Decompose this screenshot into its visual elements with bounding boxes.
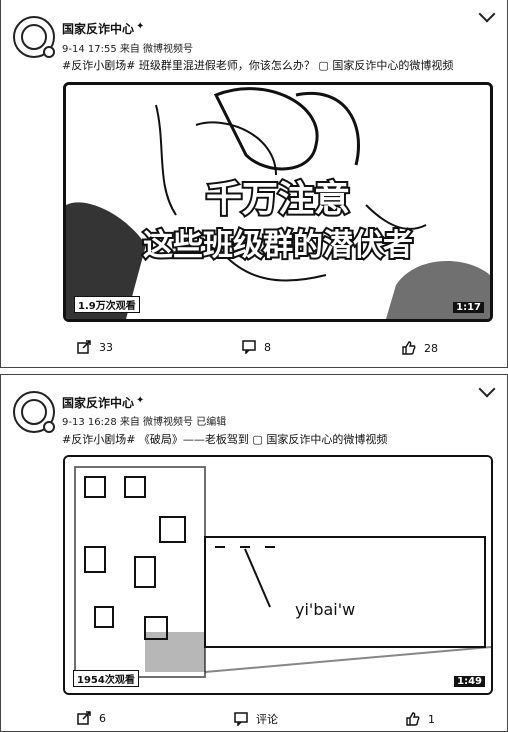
post-meta: 9-13 16:28 来自 微博视频号 已编辑 xyxy=(62,417,227,428)
thumbs-up-icon xyxy=(402,341,416,355)
view-count: 1954次观看 xyxy=(73,670,139,687)
like-button[interactable]: 28 xyxy=(402,341,438,355)
comment-icon xyxy=(242,340,256,354)
share-button[interactable]: 6 xyxy=(77,711,106,725)
author-name[interactable]: 国家反诈中心 xyxy=(62,394,134,411)
post-meta: 9-14 17:55 来自 微博视频号 xyxy=(62,44,194,55)
share-count: 33 xyxy=(99,340,113,354)
post-text[interactable]: #反诈小剧场# 班级群里混进假老师，你该怎么办？ ▢ 国家反诈中心的微博视频 xyxy=(62,57,453,73)
comment-label: 评论 xyxy=(256,713,278,726)
post-text[interactable]: #反诈小剧场# 《破局》——老板驾到 ▢ 国家反诈中心的微博视频 xyxy=(62,431,387,447)
thumbs-up-icon xyxy=(406,712,420,726)
comment-icon xyxy=(234,712,248,726)
video-title-line2: 这些班级群的潜伏者 xyxy=(143,228,413,263)
avatar[interactable] xyxy=(13,391,55,433)
chevron-down-icon[interactable] xyxy=(478,5,496,23)
verified-badge-icon xyxy=(43,421,55,433)
share-count: 6 xyxy=(99,711,106,725)
like-count: 28 xyxy=(424,341,438,355)
comment-button[interactable]: 8 xyxy=(242,340,271,354)
share-icon xyxy=(77,340,91,354)
comment-button[interactable]: 评论 xyxy=(234,711,278,727)
share-button[interactable]: 33 xyxy=(77,340,113,354)
video-thumbnail: 千万注意 这些班级群的潜伏者 xyxy=(66,85,490,319)
video-duration: 1:49 xyxy=(454,676,485,687)
video-player[interactable]: 千万注意 这些班级群的潜伏者 1.9万次观看 1:17 xyxy=(63,82,493,322)
video-title-line1: 千万注意 xyxy=(206,179,350,220)
police-emblem-icon xyxy=(21,24,47,50)
post-card: 国家反诈中心 ✦ 9-14 17:55 来自 微博视频号 #反诈小剧场# 班级群… xyxy=(0,0,508,368)
post-card: 国家反诈中心 ✦ 9-13 16:28 来自 微博视频号 已编辑 #反诈小剧场#… xyxy=(0,374,508,732)
like-button[interactable]: 1 xyxy=(406,712,435,726)
chevron-down-icon[interactable] xyxy=(478,380,496,398)
vip-icon: ✦ xyxy=(136,395,145,406)
video-overlay-text: yi'bai'w xyxy=(295,600,355,619)
video-thumbnail: yi'bai'w xyxy=(65,457,491,693)
verified-badge-icon xyxy=(43,46,55,58)
police-emblem-icon xyxy=(21,399,47,425)
author-name[interactable]: 国家反诈中心 xyxy=(62,20,134,37)
video-player[interactable]: yi'bai'w 1954次观看 1:49 xyxy=(63,455,493,695)
like-count: 1 xyxy=(428,712,435,726)
share-icon xyxy=(77,711,91,725)
view-count: 1.9万次观看 xyxy=(74,296,140,313)
comment-count: 8 xyxy=(264,340,271,354)
video-duration: 1:17 xyxy=(453,302,484,313)
avatar[interactable] xyxy=(13,16,55,58)
vip-icon: ✦ xyxy=(136,21,145,32)
